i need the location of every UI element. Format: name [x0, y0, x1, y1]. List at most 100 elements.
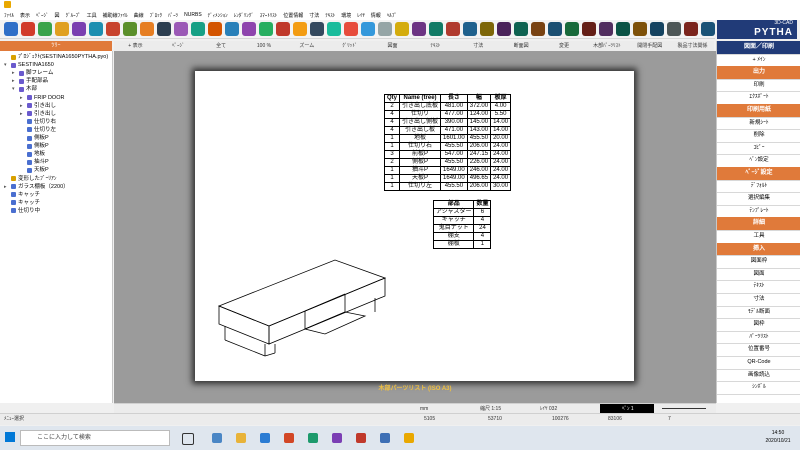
- task-view-icon[interactable]: [182, 433, 194, 445]
- panel-command-button[interactable]: 図枠: [717, 318, 800, 332]
- app-icon-6[interactable]: [332, 433, 342, 443]
- menu-item[interactable]: 工具: [87, 12, 97, 19]
- toolbar-tool-icon[interactable]: [701, 22, 715, 36]
- expand-arrow-icon[interactable]: ▾: [4, 61, 9, 69]
- toolbar-tool-icon[interactable]: [361, 22, 375, 36]
- app-icon-5[interactable]: [308, 433, 318, 443]
- toolbar-tool-icon[interactable]: [429, 22, 443, 36]
- panel-command-button[interactable]: + ﾒｲﾝ: [717, 54, 800, 68]
- view-tab[interactable]: 木部ﾊﾟｰﾂﾘｽﾄ: [585, 41, 628, 51]
- menu-item[interactable]: 補助線ﾌｧｲﾙ: [103, 12, 128, 19]
- toolbar-tool-icon[interactable]: [497, 22, 511, 36]
- view-tab[interactable]: ズーム: [285, 41, 328, 51]
- panel-command-button[interactable]: ﾊﾟｰﾂﾘｽﾄ: [717, 331, 800, 345]
- toolbar-tool-icon[interactable]: [191, 22, 205, 36]
- tree-item[interactable]: ▸ 脚フレーム: [12, 69, 53, 77]
- expand-arrow-icon[interactable]: ▾: [12, 85, 17, 93]
- panel-command-button[interactable]: ﾃﾞﾌｫﾙﾄ: [717, 180, 800, 194]
- toolbar-tool-icon[interactable]: [55, 22, 69, 36]
- menu-item[interactable]: ﾊﾟｰﾂ: [168, 12, 178, 19]
- app-icon-4[interactable]: [284, 433, 294, 443]
- toolbar-tool-icon[interactable]: [21, 22, 35, 36]
- toolbar-tool-icon[interactable]: [208, 22, 222, 36]
- pytha-taskbar-icon[interactable]: [404, 433, 414, 443]
- toolbar-tool-icon[interactable]: [259, 22, 273, 36]
- view-tab[interactable]: 全て: [200, 41, 243, 51]
- panel-command-button[interactable]: 削除: [717, 129, 800, 143]
- toolbar-tool-icon[interactable]: [310, 22, 324, 36]
- view-tab[interactable]: 開閉手配図: [628, 41, 671, 51]
- toolbar-tool-icon[interactable]: [395, 22, 409, 36]
- toolbar-tool-icon[interactable]: [514, 22, 528, 36]
- clock[interactable]: 14:50 2020/10/21: [760, 429, 796, 445]
- expand-arrow-icon[interactable]: ▸: [20, 102, 25, 110]
- panel-command-button[interactable]: ﾃﾝﾌﾟﾚｰﾄ: [717, 205, 800, 219]
- toolbar-tool-icon[interactable]: [174, 22, 188, 36]
- view-tab[interactable]: ｸﾞﾘｯﾄﾞ: [328, 41, 371, 51]
- toolbar-tool-icon[interactable]: [242, 22, 256, 36]
- menu-item[interactable]: 情報: [371, 12, 381, 19]
- tree-item[interactable]: ▸ 手配部品: [12, 77, 48, 85]
- view-tab[interactable]: 変更: [543, 41, 586, 51]
- panel-command-button[interactable]: ｺﾋﾟｰ: [717, 142, 800, 156]
- expand-arrow-icon[interactable]: ▸: [12, 69, 17, 77]
- view-tab[interactable]: 100 %: [243, 41, 286, 51]
- menu-item[interactable]: 位置情報: [283, 12, 303, 19]
- panel-command-button[interactable]: 画像読込: [717, 369, 800, 383]
- windows-start-icon[interactable]: [5, 432, 15, 442]
- toolbar-tool-icon[interactable]: [293, 22, 307, 36]
- toolbar-tool-icon[interactable]: [633, 22, 647, 36]
- panel-command-button[interactable]: 印刷: [717, 79, 800, 93]
- tree-item[interactable]: ▸ 引き出し: [20, 102, 56, 110]
- toolbar-tool-icon[interactable]: [616, 22, 630, 36]
- expand-arrow-icon[interactable]: ▸: [20, 110, 25, 118]
- menu-item[interactable]: ｸﾞﾙｰﾌﾟ: [66, 12, 81, 19]
- tree-item[interactable]: ▾ 木部: [12, 85, 37, 93]
- menu-item[interactable]: ﾚﾝﾀﾞﾘﾝｸﾞ: [234, 12, 254, 19]
- toolbar-tool-icon[interactable]: [225, 22, 239, 36]
- menu-item[interactable]: 図: [55, 12, 60, 19]
- menu-item[interactable]: ﾍﾙﾌﾟ: [387, 12, 397, 19]
- app-icon-3[interactable]: [260, 433, 270, 443]
- toolbar-tool-icon[interactable]: [157, 22, 171, 36]
- tree-item[interactable]: ▸ FRIP DOOR: [20, 94, 64, 102]
- menu-item[interactable]: ﾌｧｲﾙ: [4, 12, 14, 19]
- print-sheet[interactable]: Qty Name (tree) 長さ幅板厚 2 引き出し底板 481.00 372.00 4…: [195, 71, 634, 381]
- tree-item[interactable]: キャッチ: [4, 199, 40, 207]
- tree-item[interactable]: ▸ ガラス棚板（2200）: [4, 183, 69, 191]
- toolbar-tool-icon[interactable]: [548, 22, 562, 36]
- view-tab[interactable]: 断面図: [500, 41, 543, 51]
- menu-item[interactable]: 表示: [20, 12, 30, 19]
- toolbar-tool-icon[interactable]: [106, 22, 120, 36]
- view-tab[interactable]: + 表示: [114, 41, 157, 51]
- tree-item[interactable]: ▸ 引き出し: [20, 110, 56, 118]
- toolbar-tool-icon[interactable]: [38, 22, 52, 36]
- panel-command-button[interactable]: QR-Code: [717, 356, 800, 370]
- toolbar-tool-icon[interactable]: [565, 22, 579, 36]
- panel-command-button[interactable]: ｴｸｽﾎﾟｰﾄ: [717, 91, 800, 105]
- menu-item[interactable]: ﾃｷｽﾄ: [325, 12, 335, 19]
- toolbar-tool-icon[interactable]: [667, 22, 681, 36]
- menu-item[interactable]: ﾍﾟｰｼﾞ: [36, 12, 49, 19]
- tree-item[interactable]: ﾌﾟﾛｼﾞｪｸﾄ(SESTINA1650PYTHA.pyo): [4, 53, 108, 61]
- panel-command-button[interactable]: 寸法: [717, 293, 800, 307]
- app-icon-8[interactable]: [380, 433, 390, 443]
- app-icon-7[interactable]: [356, 433, 366, 443]
- app-icon-1[interactable]: [212, 433, 222, 443]
- toolbar-tool-icon[interactable]: [480, 22, 494, 36]
- toolbar-tool-icon[interactable]: [344, 22, 358, 36]
- panel-command-button[interactable]: 図面: [717, 268, 800, 282]
- view-tab[interactable]: 製品寸法関係: [671, 41, 714, 51]
- tree-item[interactable]: 抽斗P: [20, 158, 49, 166]
- toolbar-tool-icon[interactable]: [412, 22, 426, 36]
- menu-item[interactable]: 曲線: [134, 12, 144, 19]
- toolbar-tool-icon[interactable]: [582, 22, 596, 36]
- tree-item[interactable]: 仕切り右: [20, 118, 56, 126]
- toolbar-tool-icon[interactable]: [327, 22, 341, 36]
- view-tab[interactable]: 寸法: [457, 41, 500, 51]
- panel-command-button[interactable]: 選択編集: [717, 192, 800, 206]
- tree-item[interactable]: 変形したﾌﾞｰﾘｱﾝ: [4, 175, 57, 183]
- menu-item[interactable]: NURBS: [184, 12, 202, 18]
- taskbar-search-box[interactable]: ここに入力して検索: [20, 430, 170, 446]
- expand-arrow-icon[interactable]: ▸: [20, 94, 25, 102]
